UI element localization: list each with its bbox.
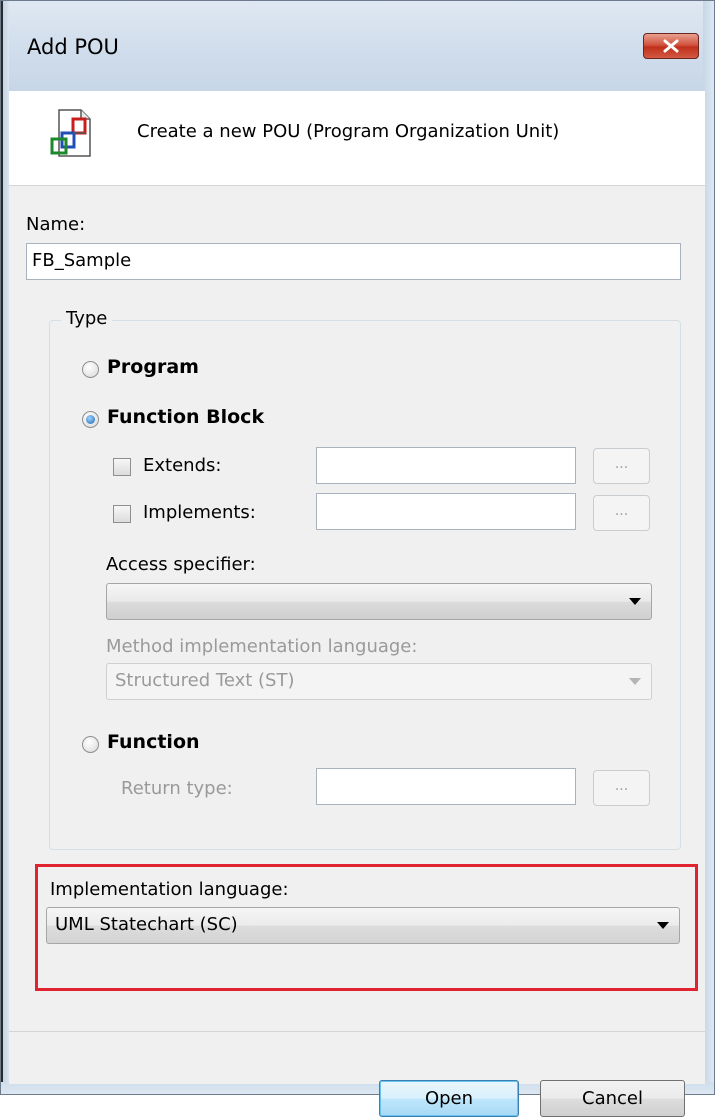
type-group-legend: Type bbox=[61, 308, 113, 329]
return-type-label: Return type: bbox=[121, 778, 233, 799]
chevron-down-icon bbox=[657, 922, 669, 929]
pou-document-icon bbox=[50, 109, 91, 157]
method-language-value: Structured Text (ST) bbox=[115, 670, 295, 691]
extends-checkbox[interactable] bbox=[113, 458, 131, 476]
extends-browse-button[interactable]: ... bbox=[593, 448, 650, 484]
cancel-button[interactable]: Cancel bbox=[540, 1080, 685, 1117]
name-label: Name: bbox=[26, 214, 86, 235]
function-radio[interactable] bbox=[82, 736, 99, 753]
dialog-client-area: Create a new POU (Program Organization U… bbox=[9, 91, 705, 1117]
implementation-language-value: UML Statechart (SC) bbox=[55, 914, 238, 935]
add-pou-dialog: Add POU Create a new POU (Program Organi… bbox=[0, 0, 715, 1117]
implements-label[interactable]: Implements: bbox=[143, 502, 256, 523]
extends-label[interactable]: Extends: bbox=[143, 455, 221, 476]
function-label[interactable]: Function bbox=[107, 731, 200, 753]
return-type-browse-button[interactable]: ... bbox=[593, 770, 650, 806]
chevron-down-icon bbox=[629, 598, 641, 605]
access-specifier-label: Access specifier: bbox=[106, 554, 256, 575]
window-title: Add POU bbox=[27, 35, 119, 59]
program-label[interactable]: Program bbox=[107, 356, 199, 378]
footer-separator bbox=[9, 1031, 705, 1032]
method-language-select[interactable]: Structured Text (ST) bbox=[106, 663, 652, 700]
method-language-label: Method implementation language: bbox=[106, 636, 418, 657]
access-specifier-select[interactable] bbox=[106, 583, 652, 620]
return-type-input[interactable] bbox=[316, 768, 576, 805]
function-block-radio[interactable] bbox=[82, 411, 99, 428]
implements-input[interactable] bbox=[316, 493, 576, 530]
implementation-language-label: Implementation language: bbox=[50, 879, 289, 900]
name-input[interactable]: FB_Sample bbox=[26, 243, 681, 280]
close-icon bbox=[663, 39, 679, 53]
open-button[interactable]: Open bbox=[379, 1080, 519, 1117]
close-button[interactable] bbox=[643, 33, 699, 59]
implementation-language-select[interactable]: UML Statechart (SC) bbox=[46, 907, 680, 944]
header-description: Create a new POU (Program Organization U… bbox=[137, 121, 560, 142]
implements-browse-button[interactable]: ... bbox=[593, 495, 650, 531]
extends-input[interactable] bbox=[316, 447, 576, 484]
dialog-header: Create a new POU (Program Organization U… bbox=[9, 91, 705, 186]
window-left-border bbox=[1, 1, 9, 1094]
chevron-down-icon bbox=[629, 678, 641, 685]
implements-checkbox[interactable] bbox=[113, 505, 131, 523]
title-bar[interactable]: Add POU bbox=[1, 1, 714, 91]
program-radio[interactable] bbox=[82, 361, 99, 378]
function-block-label[interactable]: Function Block bbox=[107, 406, 264, 428]
